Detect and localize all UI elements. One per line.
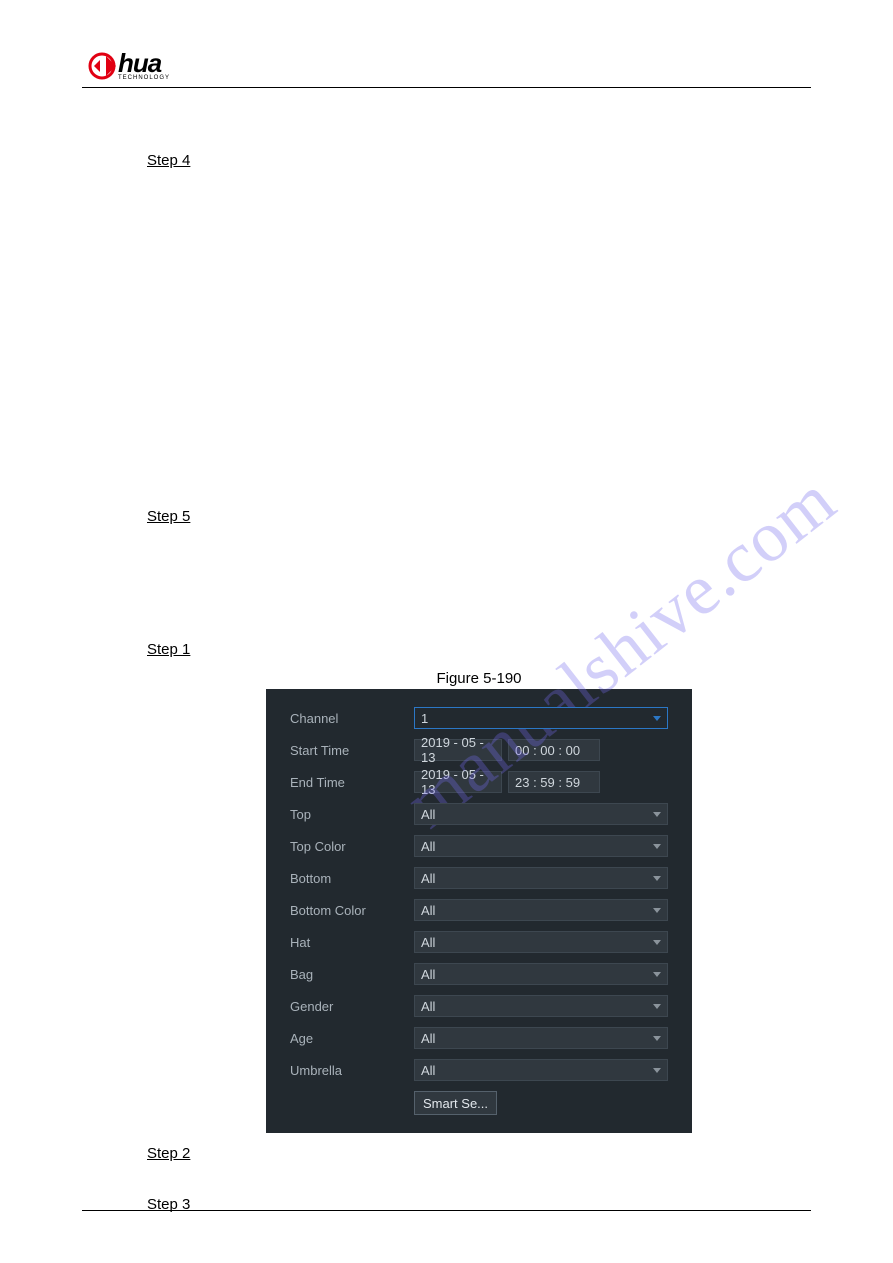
age-label: Age xyxy=(290,1031,414,1046)
start-time-label: Start Time xyxy=(290,743,414,758)
chevron-down-icon xyxy=(653,1036,661,1041)
chevron-down-icon xyxy=(653,1068,661,1073)
umbrella-select[interactable]: All xyxy=(414,1059,668,1081)
channel-value: 1 xyxy=(421,711,428,726)
gender-select[interactable]: All xyxy=(414,995,668,1017)
brand-logo: hua TECHNOLOGY xyxy=(88,50,811,81)
top-color-value: All xyxy=(421,839,435,854)
footer-rule xyxy=(82,1210,811,1211)
hat-value: All xyxy=(421,935,435,950)
chevron-down-icon xyxy=(653,876,661,881)
top-label: Top xyxy=(290,807,414,822)
top-color-select[interactable]: All xyxy=(414,835,668,857)
chevron-down-icon xyxy=(653,940,661,945)
age-value: All xyxy=(421,1031,435,1046)
figure-caption: Figure 5-190 xyxy=(147,670,811,687)
step-1-heading: Step 1 xyxy=(147,641,811,658)
bottom-color-label: Bottom Color xyxy=(290,903,414,918)
age-select[interactable]: All xyxy=(414,1027,668,1049)
bottom-value: All xyxy=(421,871,435,886)
top-value: All xyxy=(421,807,435,822)
start-date-input[interactable]: 2019 - 05 - 13 xyxy=(414,739,502,761)
top-color-label: Top Color xyxy=(290,839,414,854)
hat-label: Hat xyxy=(290,935,414,950)
end-date-input[interactable]: 2019 - 05 - 13 xyxy=(414,771,502,793)
bottom-color-value: All xyxy=(421,903,435,918)
hat-select[interactable]: All xyxy=(414,931,668,953)
chevron-down-icon xyxy=(653,812,661,817)
logo-text: hua xyxy=(118,48,161,78)
bag-value: All xyxy=(421,967,435,982)
filter-panel: Channel 1 Start Time 2019 - 05 - 13 00 :… xyxy=(266,689,692,1133)
chevron-down-icon xyxy=(653,908,661,913)
gender-value: All xyxy=(421,999,435,1014)
step-4-heading: Step 4 xyxy=(147,152,811,169)
bottom-select[interactable]: All xyxy=(414,867,668,889)
bottom-color-select[interactable]: All xyxy=(414,899,668,921)
bag-select[interactable]: All xyxy=(414,963,668,985)
logo-subtext: TECHNOLOGY xyxy=(118,75,170,81)
umbrella-label: Umbrella xyxy=(290,1063,414,1078)
gender-label: Gender xyxy=(290,999,414,1014)
smart-search-button[interactable]: Smart Se... xyxy=(414,1091,497,1115)
channel-label: Channel xyxy=(290,711,414,726)
bottom-label: Bottom xyxy=(290,871,414,886)
chevron-down-icon xyxy=(653,716,661,721)
end-time-input[interactable]: 23 : 59 : 59 xyxy=(508,771,600,793)
umbrella-value: All xyxy=(421,1063,435,1078)
chevron-down-icon xyxy=(653,972,661,977)
chevron-down-icon xyxy=(653,844,661,849)
start-time-input[interactable]: 00 : 00 : 00 xyxy=(508,739,600,761)
end-time-label: End Time xyxy=(290,775,414,790)
channel-select[interactable]: 1 xyxy=(414,707,668,729)
step-5-heading: Step 5 xyxy=(147,508,811,525)
chevron-down-icon xyxy=(653,1004,661,1009)
step-2-heading: Step 2 xyxy=(147,1145,811,1162)
top-select[interactable]: All xyxy=(414,803,668,825)
bag-label: Bag xyxy=(290,967,414,982)
logo-icon xyxy=(88,52,120,80)
